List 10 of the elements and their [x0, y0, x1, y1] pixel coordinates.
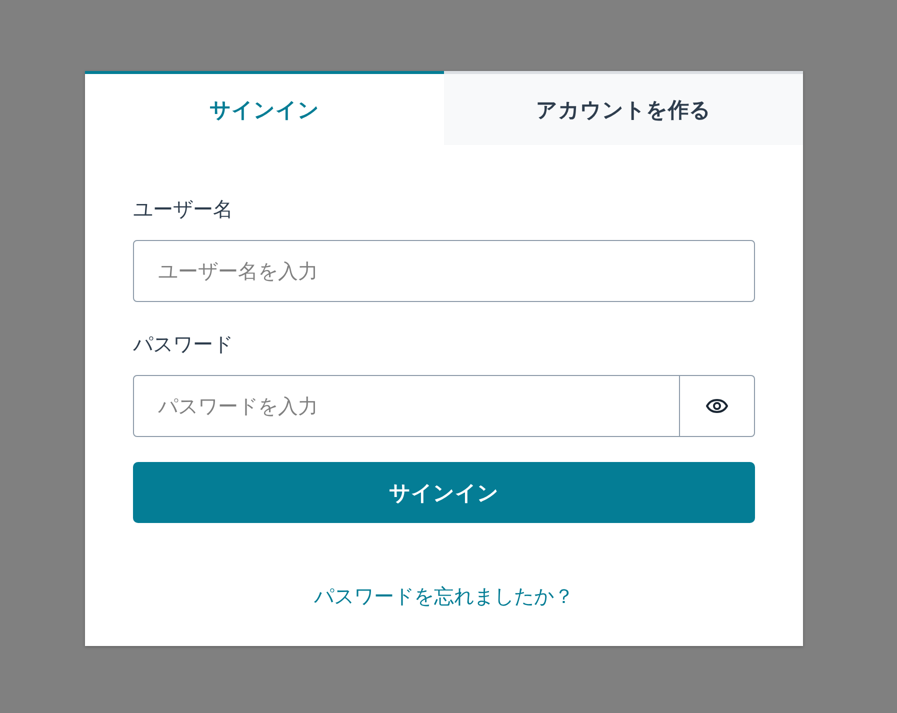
tab[interactable]: サインイン	[85, 71, 444, 145]
eye-icon	[706, 399, 728, 413]
password-field[interactable]: パスワードを入力	[133, 375, 680, 437]
username-field[interactable]: ユーザー名を入力	[133, 240, 755, 302]
tab[interactable]: アカウントを作る	[444, 71, 803, 145]
forgot-password-link[interactable]: パスワードを忘れましたか？	[314, 584, 574, 608]
sign-in-button[interactable]: サインイン	[133, 462, 755, 523]
field-label: パスワード	[133, 332, 234, 356]
show-password-button[interactable]	[680, 375, 755, 437]
field-label: ユーザー名	[133, 197, 234, 221]
